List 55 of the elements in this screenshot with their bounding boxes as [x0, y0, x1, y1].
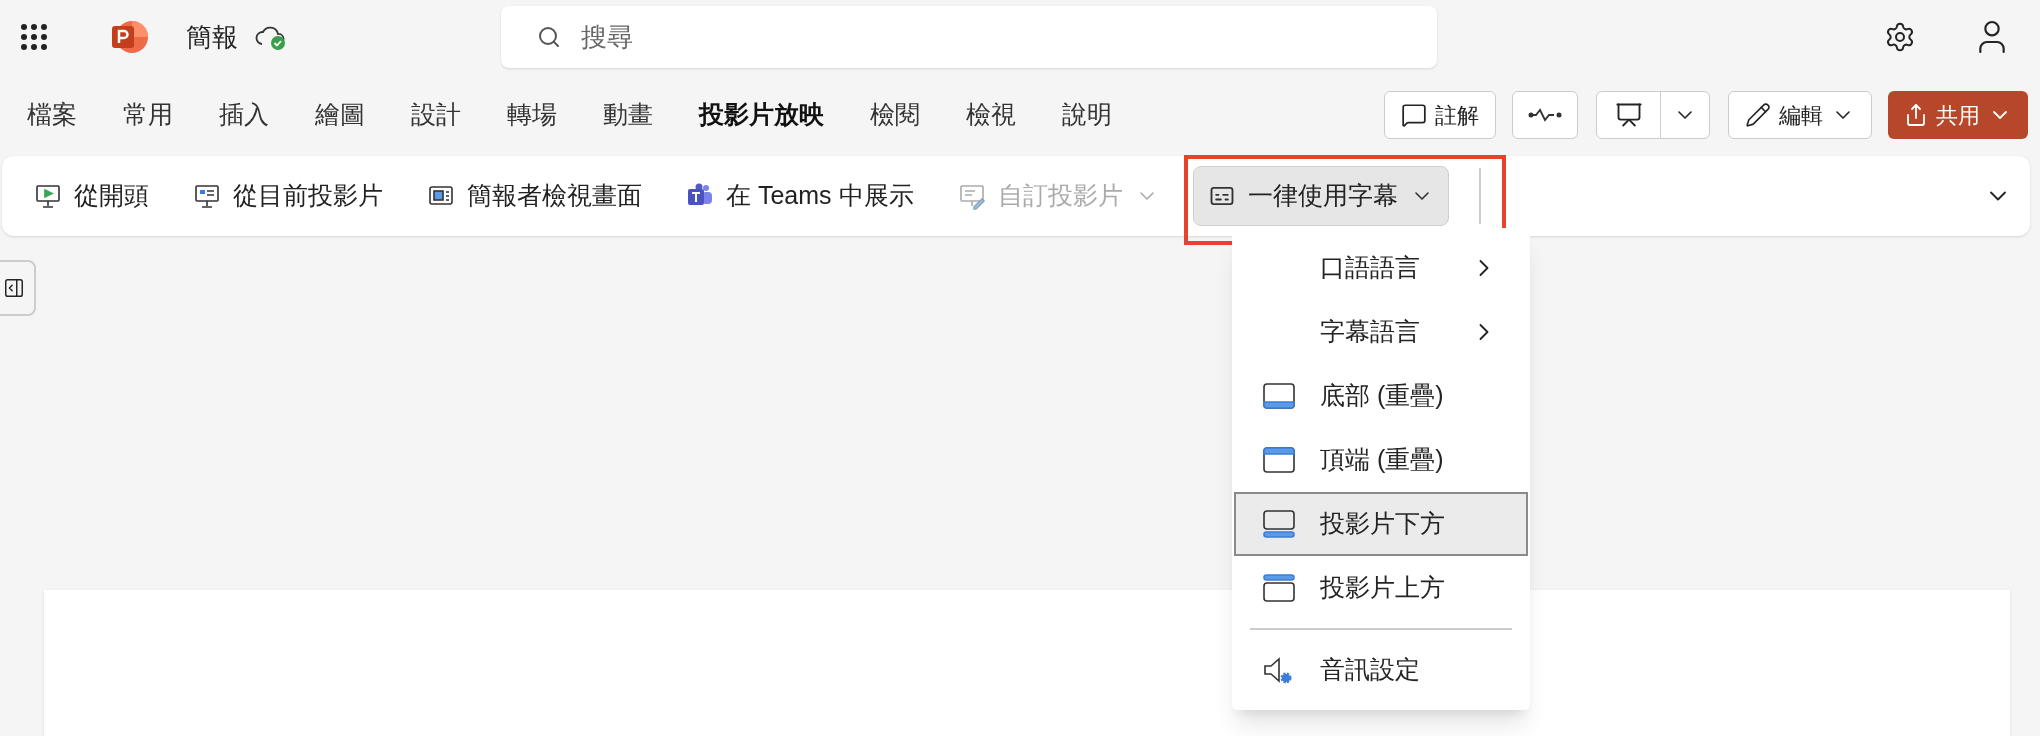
menu-item[interactable]: 投影片下方 [1234, 492, 1528, 556]
menu-item[interactable]: 音訊設定 [1234, 638, 1528, 702]
toolbar-button[interactable]: 從開頭 [24, 166, 159, 226]
ribbon-tab[interactable]: 常用 [114, 91, 182, 139]
caption-above-icon [1262, 573, 1296, 603]
waveform-button[interactable] [1512, 91, 1578, 139]
play-screen-icon [34, 182, 62, 210]
menu-item[interactable]: 投影片上方 [1234, 556, 1528, 620]
panel-toggle-button[interactable] [0, 260, 36, 316]
ribbon-tab[interactable]: 檢視 [957, 91, 1025, 139]
settings-icon[interactable] [1884, 21, 1916, 53]
menu-item[interactable]: 口語語言 [1234, 236, 1528, 300]
ribbon-tab[interactable]: 設計 [402, 91, 470, 139]
toolbar-button[interactable]: 一律使用字幕 [1192, 166, 1449, 226]
ribbon-tab[interactable]: 繪圖 [306, 91, 374, 139]
menu-item[interactable]: 底部 (重疊) [1234, 364, 1528, 428]
slide-screen-icon [193, 182, 221, 210]
menu-item[interactable]: 頂端 (重疊) [1234, 428, 1528, 492]
comments-button[interactable]: 註解 [1384, 91, 1496, 139]
edit-button[interactable]: 編輯 [1728, 91, 1872, 139]
comment-icon [1401, 102, 1427, 128]
present-split-button[interactable] [1596, 91, 1710, 139]
search-input[interactable]: 搜尋 [581, 17, 1401, 57]
ribbon-tab[interactable]: 檔案 [18, 91, 86, 139]
ribbon-tab[interactable]: 說明 [1053, 91, 1121, 139]
menu-item[interactable]: 字幕語言 [1234, 300, 1528, 364]
menu-item-label: 投影片上方 [1320, 572, 1446, 604]
caption-top-icon [1262, 445, 1296, 475]
toolbar-button[interactable]: 從目前投影片 [183, 166, 393, 226]
ribbon-tab[interactable]: 檢閱 [861, 91, 929, 139]
menu-item-label: 音訊設定 [1320, 654, 1421, 686]
waveform-icon [1528, 107, 1562, 123]
toolbar-button[interactable]: 簡報者檢視畫面 [417, 166, 652, 226]
caption-bottom-icon [1262, 381, 1296, 411]
menu-item-label: 頂端 (重疊) [1320, 444, 1445, 476]
toolbar-button[interactable]: 在 Teams 中展示 [676, 166, 924, 226]
share-icon [1904, 103, 1928, 127]
ribbon-tab[interactable]: 動畫 [594, 91, 662, 139]
menu-item-label: 口語語言 [1320, 252, 1421, 284]
ribbon-tab[interactable]: 插入 [210, 91, 278, 139]
panel-icon [3, 277, 25, 299]
menu-item-label: 投影片下方 [1320, 508, 1446, 540]
ribbon-tab[interactable]: 轉場 [498, 91, 566, 139]
ribbon-tab[interactable]: 投影片放映 [690, 91, 833, 139]
share-button[interactable]: 共用 [1888, 91, 2028, 139]
custom-slides-icon [957, 182, 986, 210]
search-field[interactable]: 搜尋 [501, 6, 1437, 68]
document-title[interactable]: 簡報 [186, 17, 238, 57]
app-launcher-icon[interactable] [20, 23, 48, 51]
menu-item-label: 底部 (重疊) [1320, 380, 1445, 412]
presentation-icon [1614, 101, 1643, 129]
menu-item-label: 字幕語言 [1320, 316, 1421, 348]
caption-below-icon [1262, 509, 1296, 539]
pencil-icon [1745, 102, 1771, 128]
search-icon [537, 25, 561, 49]
